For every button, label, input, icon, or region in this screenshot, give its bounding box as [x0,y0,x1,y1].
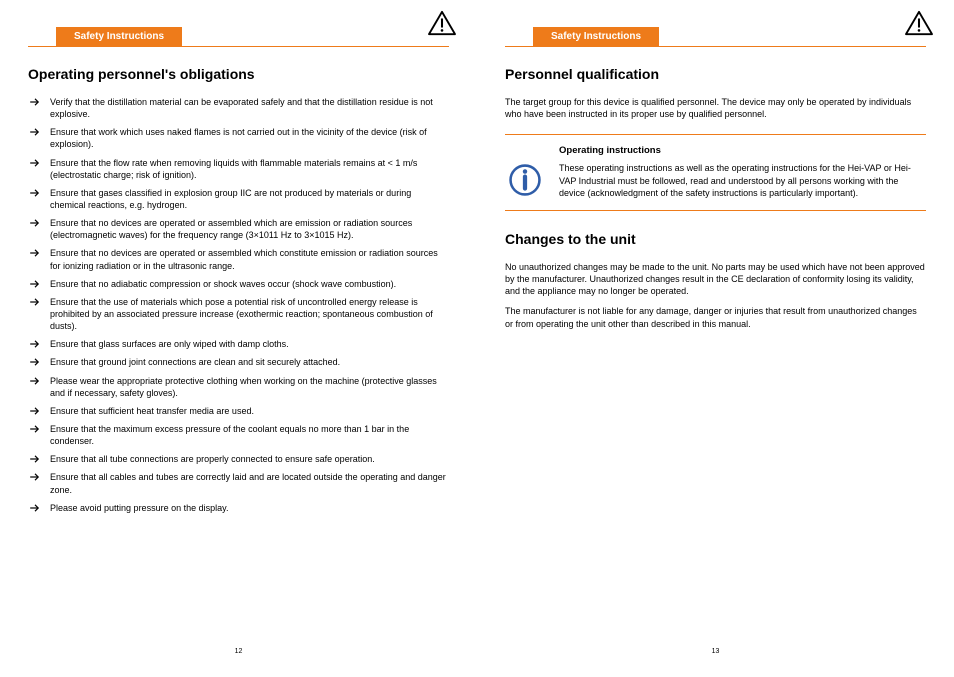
obligations-list: Verify that the distillation material ca… [28,96,449,514]
page-left: Safety Instructions Operating personnel'… [0,0,477,677]
list-item: Ensure that sufficient heat transfer med… [46,405,449,417]
list-item: Ensure that no devices are operated or a… [46,217,449,241]
header-rule [28,46,449,47]
list-item: Ensure that the flow rate when removing … [46,157,449,181]
heading-obligations: Operating personnel's obligations [28,66,449,82]
header-tab-left: Safety Instructions [56,27,182,46]
changes-paragraph-1: No unauthorized changes may be made to t… [505,261,926,297]
content-left: Operating personnel's obligations Verify… [28,60,449,637]
list-item: Please wear the appropriate protective c… [46,375,449,399]
list-item: Ensure that ground joint connections are… [46,356,449,368]
list-item: Ensure that work which uses naked flames… [46,126,449,150]
header-tab-right: Safety Instructions [533,27,659,46]
list-item: Ensure that the maximum excess pressure … [46,423,449,447]
list-item: Ensure that no devices are operated or a… [46,247,449,271]
list-item: Ensure that all tube connections are pro… [46,453,449,465]
list-item: Ensure that all cables and tubes are cor… [46,471,449,495]
heading-changes-unit: Changes to the unit [505,231,926,247]
warning-triangle-icon [427,10,457,36]
note-text: These operating instructions as well as … [559,162,926,200]
note-title: Operating instructions [559,145,926,156]
list-item: Verify that the distillation material ca… [46,96,449,120]
page-right: Safety Instructions Personnel qualificat… [477,0,954,677]
info-circle-icon [505,145,545,200]
warning-triangle-icon [904,10,934,36]
note-box: Operating instructions These operating i… [505,134,926,211]
list-item: Ensure that the use of materials which p… [46,296,449,332]
page-number-right: 13 [477,648,954,655]
note-content: Operating instructions These operating i… [559,145,926,200]
header-rule [505,46,926,47]
list-item: Please avoid putting pressure on the dis… [46,502,449,514]
changes-paragraph-2: The manufacturer is not liable for any d… [505,305,926,329]
heading-personnel-qualification: Personnel qualification [505,66,926,82]
content-right: Personnel qualification The target group… [505,60,926,637]
list-item: Ensure that glass surfaces are only wipe… [46,338,449,350]
list-item: Ensure that gases classified in explosio… [46,187,449,211]
qualification-paragraph: The target group for this device is qual… [505,96,926,120]
list-item: Ensure that no adiabatic compression or … [46,278,449,290]
page-number-left: 12 [0,648,477,655]
